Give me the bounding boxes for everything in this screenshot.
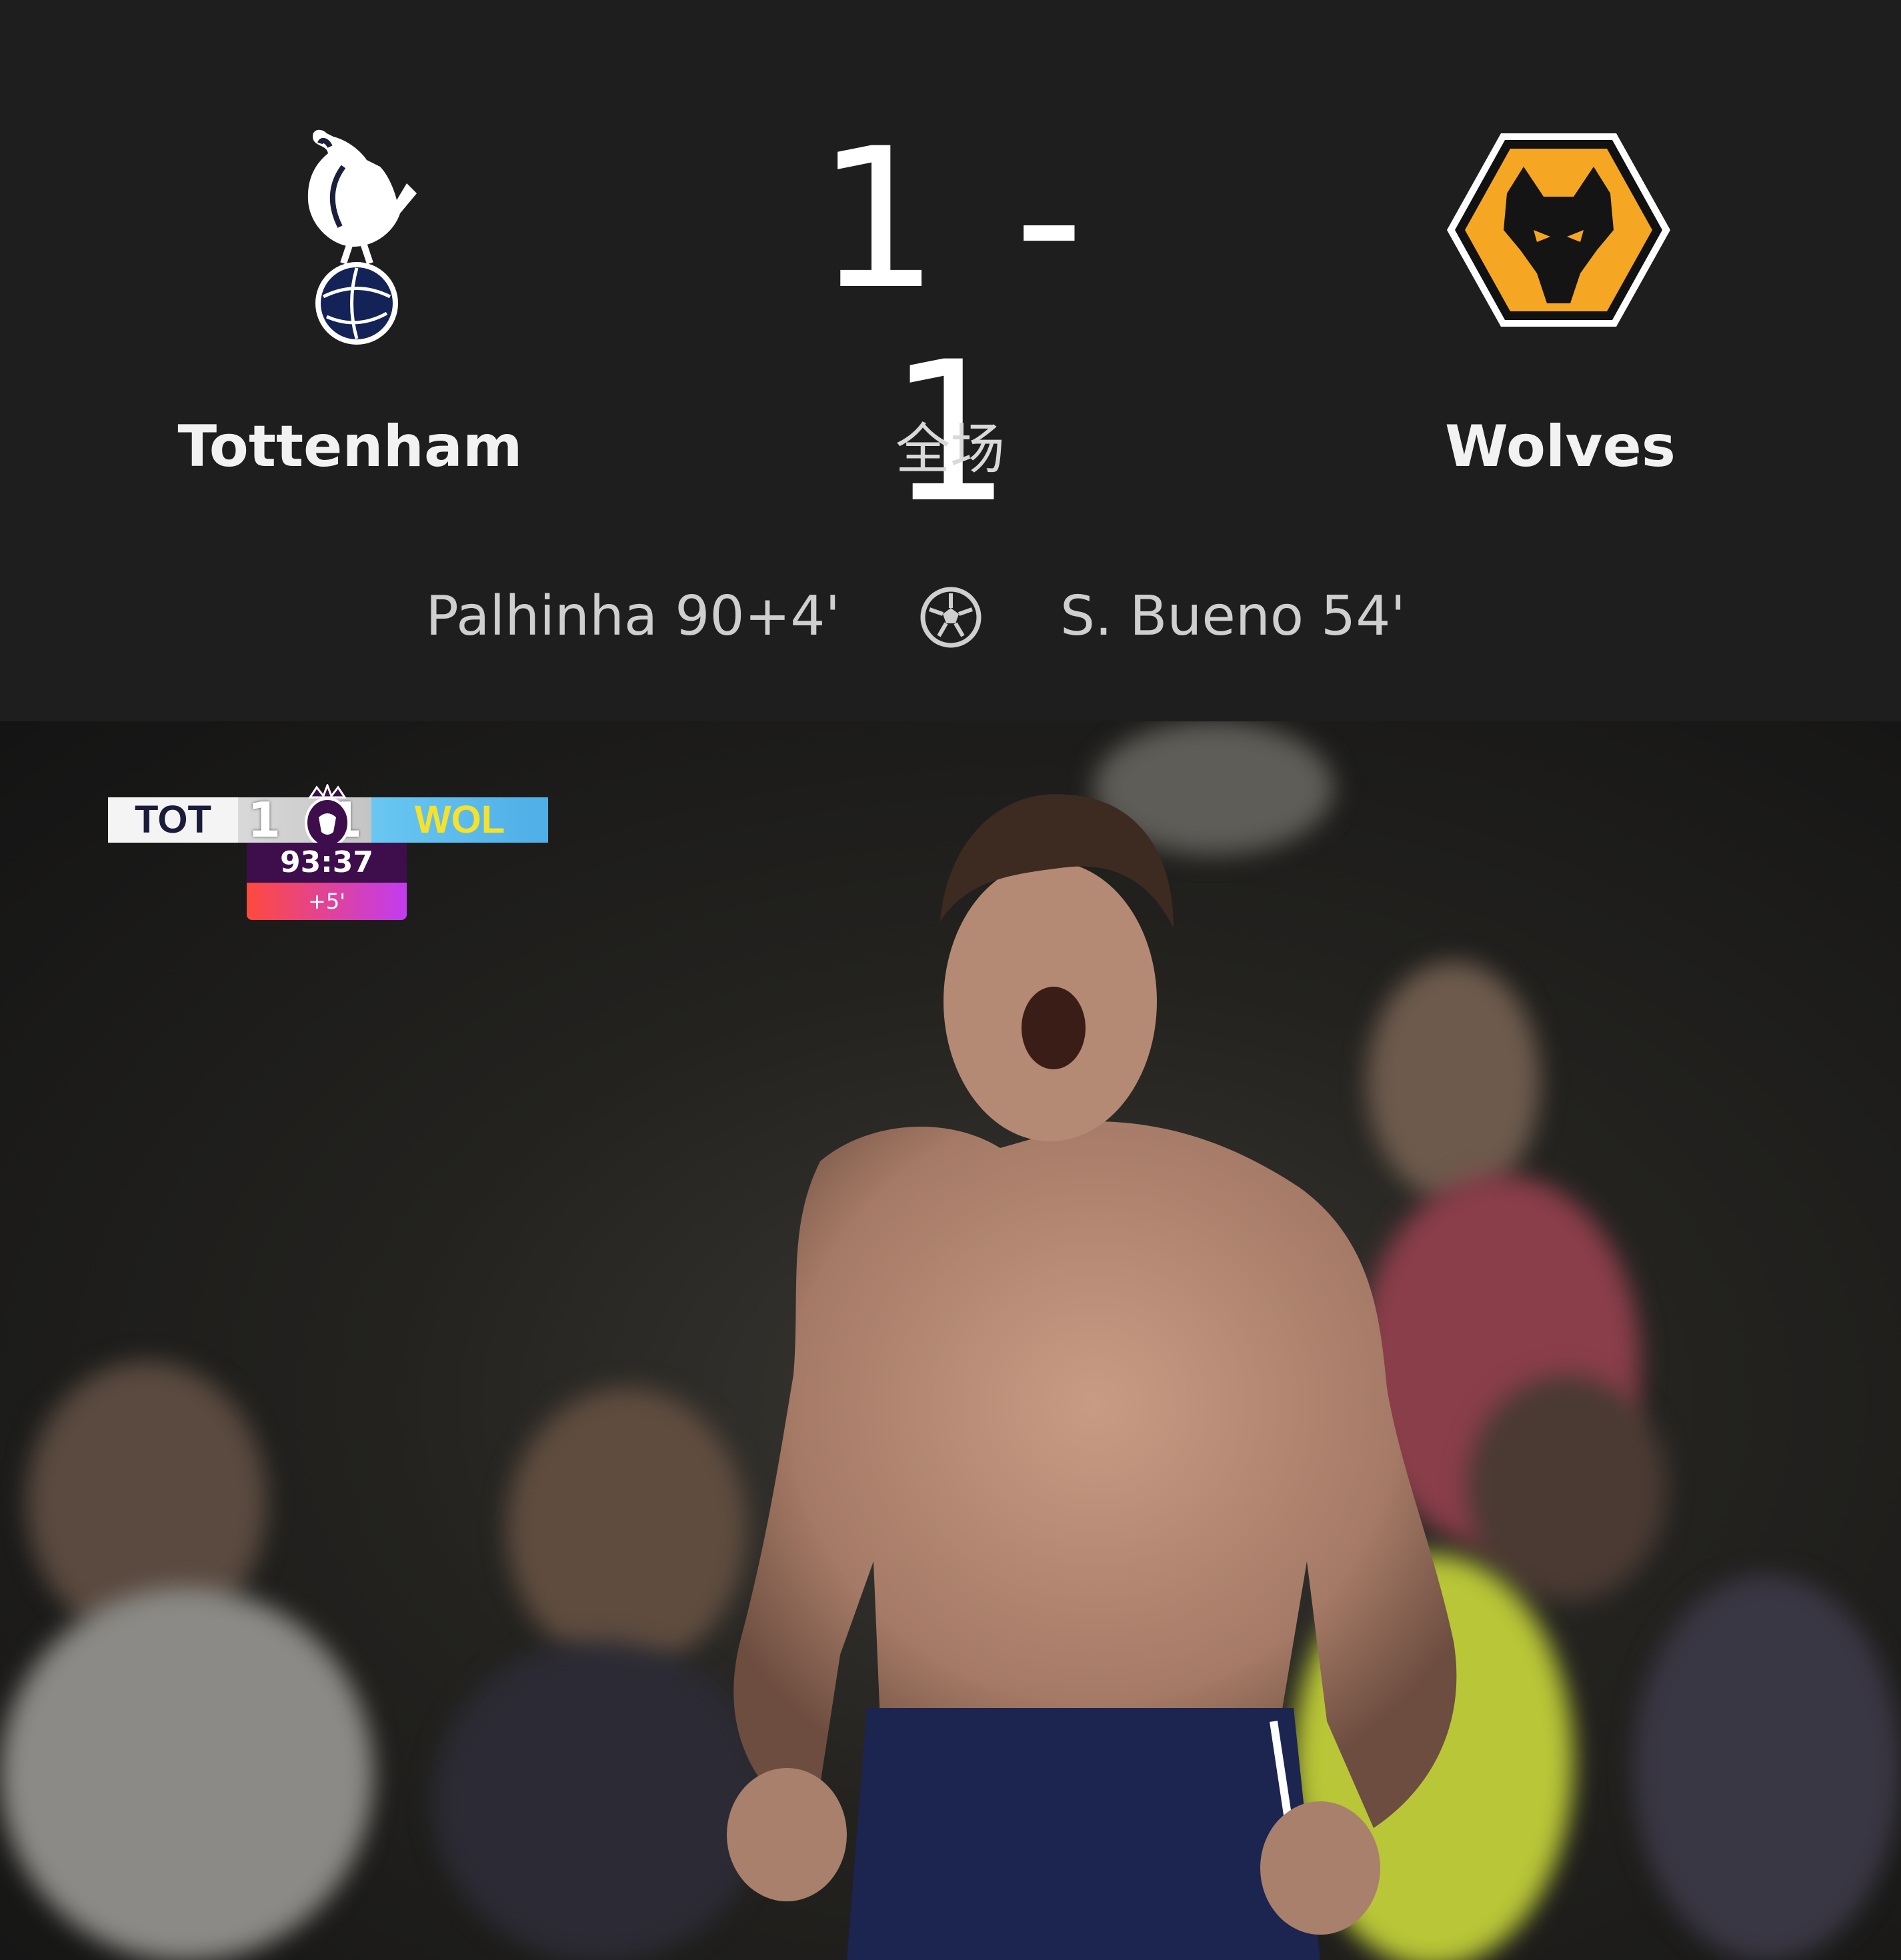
soccer-ball-icon <box>919 585 983 649</box>
broadcast-scorebug: TOT 1 1 WOL 93:37 +5' <box>108 782 548 933</box>
match-status: 全场 <box>895 418 1005 481</box>
away-goal-scorer: S. Bueno 54' <box>1060 585 1406 648</box>
home-score: 1 <box>816 107 946 332</box>
scorebug-away-abbr: WOL <box>371 797 548 843</box>
goal-celebration-photo[interactable]: TOT 1 1 WOL 93:37 +5' <box>0 721 1901 1960</box>
home-goal-scorer: Palhinha 90+4' <box>425 585 840 648</box>
away-team-name[interactable]: Wolves <box>1360 410 1760 483</box>
scorebug-home-abbr: TOT <box>108 797 238 843</box>
home-team-name[interactable]: Tottenham <box>150 410 550 483</box>
scorebug-clock: 93:37 <box>247 843 407 883</box>
scorebug-added-time: +5' <box>247 883 407 920</box>
match-score: 1 - 1 <box>720 113 1187 540</box>
match-header: 1 - 1 Tottenham 全场 Wolves Palhinha 90+4'… <box>0 0 1901 721</box>
premier-league-lion-icon <box>300 782 355 848</box>
tottenham-crest-icon[interactable] <box>280 120 420 350</box>
wolves-crest-icon[interactable] <box>1444 130 1674 330</box>
scorebug-home-goals: 1 <box>247 792 281 848</box>
score-separator: - <box>1014 107 1091 332</box>
